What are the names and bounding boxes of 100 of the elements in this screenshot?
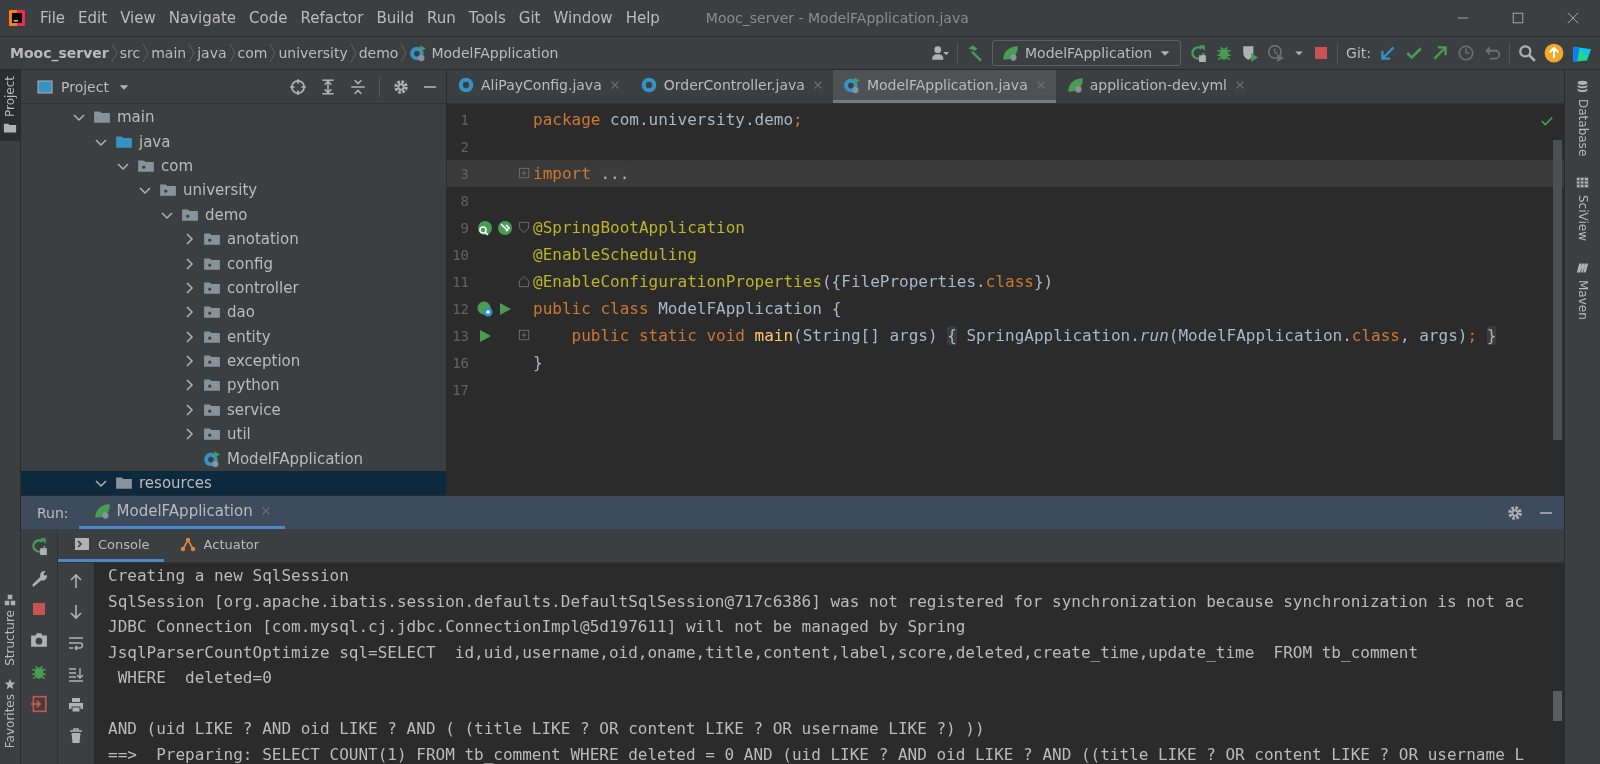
print-icon[interactable] [68, 697, 84, 713]
rerun-icon[interactable] [30, 537, 48, 555]
menu-item[interactable]: Edit [72, 5, 114, 31]
line-number: 1 [459, 111, 469, 128]
line-number: 8 [459, 192, 469, 209]
breadcrumb[interactable]: ModelFApplication [407, 44, 561, 62]
breadcrumb[interactable]: Mooc_server [8, 45, 111, 61]
editor-tab[interactable]: AliPayConfig.java [447, 70, 630, 103]
menu-item[interactable]: Navigate [162, 5, 243, 31]
expand-all-icon[interactable] [319, 77, 337, 96]
line-number: 12 [451, 300, 469, 317]
editor-tab[interactable]: OrderController.java [629, 70, 833, 103]
menu-item[interactable]: Window [547, 5, 619, 31]
menu-item[interactable]: Tools [462, 5, 512, 31]
arrow-down-left-icon[interactable] [1379, 44, 1397, 62]
line-number: 17 [451, 381, 469, 398]
collapse-all-icon[interactable] [349, 77, 367, 96]
maximize-icon[interactable] [1510, 11, 1525, 25]
tree-item[interactable]: com [21, 153, 446, 179]
tree-item[interactable]: main [21, 105, 446, 130]
tool-window-tab[interactable]: Maven [1575, 251, 1590, 331]
run-icon[interactable] [477, 327, 493, 344]
upgrade-icon[interactable] [1544, 43, 1564, 63]
arrow-down-icon[interactable] [68, 604, 84, 620]
tree-item[interactable]: resources [21, 470, 446, 495]
hammer-icon[interactable] [966, 44, 984, 62]
menu-item[interactable]: Run [421, 5, 462, 31]
tree-item[interactable]: config [21, 251, 446, 276]
editor-tab[interactable]: application-dev.yml [1055, 70, 1255, 103]
tree-item[interactable]: entity [21, 324, 446, 349]
stop-icon[interactable] [31, 601, 47, 617]
menu-item[interactable]: Refactor [294, 5, 370, 31]
tree-item[interactable]: util [21, 422, 446, 447]
menu-item[interactable]: Help [619, 5, 666, 31]
debug-icon[interactable] [1215, 44, 1234, 62]
tool-window-tab[interactable]: Database [1575, 70, 1590, 167]
scrollbar[interactable] [1553, 140, 1562, 440]
tree-item[interactable]: ModelFApplication [21, 446, 446, 471]
tool-window-tab[interactable]: Favorites [0, 671, 20, 754]
tree-item[interactable]: python [21, 373, 446, 398]
coverage-icon[interactable] [1241, 44, 1260, 62]
menu-item[interactable]: Git [512, 5, 547, 31]
tool-window-tab[interactable]: SciView [1575, 166, 1590, 252]
tree-item[interactable]: university [21, 178, 446, 203]
separator-icon [188, 42, 196, 64]
spring-bean-icon[interactable] [477, 300, 493, 317]
trash-icon[interactable] [68, 728, 84, 744]
tool-window-tab[interactable]: Structure [0, 587, 20, 672]
arrow-up-right-icon[interactable] [1431, 44, 1449, 62]
console-icon [74, 536, 90, 552]
tree-item[interactable]: exception [21, 348, 446, 374]
console-tab[interactable]: Actuator [163, 529, 274, 562]
debug-icon[interactable] [30, 663, 48, 681]
menu-item[interactable]: Build [370, 5, 421, 31]
app-logo-icon [8, 9, 26, 27]
stop-icon[interactable] [1313, 45, 1330, 61]
menu-item[interactable]: View [114, 5, 162, 31]
exit-icon[interactable] [30, 695, 48, 713]
line-number: 9 [459, 219, 469, 236]
soft-wrap-icon[interactable] [68, 635, 84, 651]
tool-window-tab[interactable]: Project [0, 70, 20, 142]
user-icon[interactable] [931, 44, 949, 62]
breadcrumb[interactable]: main [149, 45, 189, 61]
implement-icon[interactable] [497, 219, 513, 236]
scrollbar[interactable] [1553, 691, 1562, 721]
breadcrumb[interactable]: com [235, 45, 270, 61]
settings-icon[interactable] [1506, 503, 1524, 522]
tree-item[interactable]: java [21, 129, 446, 154]
run-tab[interactable]: ModelFApplication [78, 496, 285, 529]
breadcrumb[interactable]: demo [356, 45, 401, 61]
leaf-icon [1001, 44, 1019, 62]
tree-item[interactable]: controller [21, 275, 446, 301]
bean-search-icon[interactable] [477, 219, 493, 236]
search-icon[interactable] [1518, 44, 1536, 62]
grid-icon [1576, 176, 1589, 190]
separator-icon [110, 42, 118, 64]
breadcrumb[interactable]: university [276, 45, 350, 61]
project-view-dropdown[interactable]: Project [37, 78, 131, 95]
code-line: @EnableConfigurationProperties({FileProperties.class}) [532, 271, 1055, 293]
editor-tab[interactable]: ModelFApplication.java [832, 70, 1056, 103]
arrow-up-icon[interactable] [68, 573, 84, 589]
camera-icon[interactable] [30, 631, 48, 649]
wrench-icon[interactable] [30, 569, 48, 587]
tree-item[interactable]: anotation [21, 226, 446, 252]
line-number: 10 [451, 246, 469, 263]
run-icon[interactable] [497, 300, 513, 317]
tree-item[interactable]: demo [21, 202, 446, 227]
breadcrumb[interactable]: src [117, 45, 143, 61]
close-icon[interactable] [1565, 11, 1580, 25]
menu-item[interactable]: Code [243, 5, 294, 31]
run-config-dropdown[interactable]: ModelFApplication [992, 40, 1182, 66]
settings-icon[interactable] [392, 77, 410, 96]
breadcrumb[interactable]: java [195, 45, 229, 61]
tree-item[interactable]: service [21, 397, 446, 423]
scroll-to-end-icon[interactable] [68, 666, 84, 682]
menu-item[interactable]: File [34, 5, 72, 31]
tree-item[interactable]: dao [21, 300, 446, 325]
code-line: import ... [532, 163, 631, 185]
rerun-icon[interactable] [1189, 44, 1208, 62]
locate-icon[interactable] [289, 77, 307, 96]
